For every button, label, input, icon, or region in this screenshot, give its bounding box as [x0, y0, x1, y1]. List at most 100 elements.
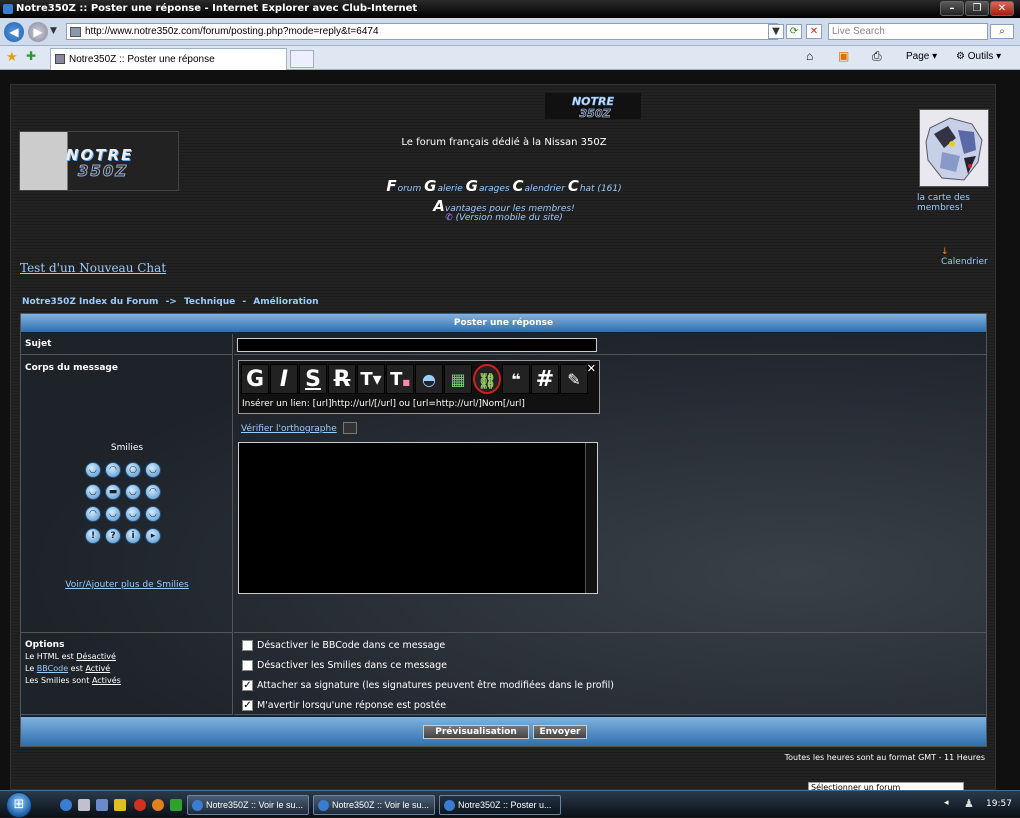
app-quicklaunch-icon[interactable] [134, 799, 146, 811]
message-textarea[interactable] [238, 442, 598, 594]
smilies-status: Les Smilies sont Activés [25, 676, 121, 685]
subject-input[interactable] [237, 338, 597, 352]
close-icon[interactable]: ✕ [587, 362, 596, 375]
smiley-icon[interactable]: ▸ [145, 528, 161, 544]
toolbar-hint: Insérer un lien: [url]http://url/[/url] … [242, 399, 525, 409]
refresh-icon[interactable]: ⟳ [786, 24, 802, 39]
switch-windows-icon[interactable] [96, 799, 108, 811]
bold-button[interactable]: G [241, 364, 269, 394]
nav-forum-link[interactable]: Forum [386, 177, 421, 195]
smiley-icon[interactable]: ◠ [85, 506, 101, 522]
spellcheck-link[interactable]: Vérifier l'orthographe [241, 424, 337, 434]
smiley-icon[interactable]: ◡ [145, 506, 161, 522]
media-quicklaunch-icon[interactable] [152, 799, 164, 811]
underline-button[interactable]: S [299, 364, 327, 394]
maximize-button[interactable]: ❐ [965, 1, 989, 16]
search-icon[interactable]: ⌕ [990, 24, 1014, 39]
forward-button[interactable]: ▶ [28, 22, 48, 42]
breadcrumb-separator: -> [165, 297, 177, 307]
smiley-icon[interactable]: ◡ [105, 506, 121, 522]
smiley-icon[interactable]: ▬ [105, 484, 121, 500]
breadcrumb-index[interactable]: Notre350Z Index du Forum [22, 297, 158, 307]
image-icon[interactable]: ▦ [444, 364, 472, 394]
page-menu[interactable]: Page ▾ [906, 51, 937, 62]
preview-button[interactable]: Prévisualisation [423, 725, 529, 739]
app2-quicklaunch-icon[interactable] [170, 799, 182, 811]
smiley-icon[interactable]: ◠ [105, 462, 121, 478]
history-dropdown-icon[interactable]: ▼ [50, 26, 57, 36]
nav-chat-link[interactable]: Chat (161) [568, 177, 622, 195]
checkbox-notify-reply[interactable]: ✓ [242, 700, 253, 711]
tray-expand-icon[interactable]: ◂ [944, 798, 949, 808]
member-map-image[interactable] [919, 109, 989, 187]
phone-icon: ✆ [445, 213, 453, 223]
tab-active[interactable]: Notre350Z :: Poster une réponse [50, 48, 287, 70]
taskbar-item-active[interactable]: Notre350Z :: Poster u... [439, 795, 561, 815]
smiley-icon[interactable]: ◡ [125, 484, 141, 500]
option-attach-signature[interactable]: ✓ Attacher sa signature (les signatures p… [242, 680, 614, 691]
new-tab-button[interactable] [290, 50, 314, 68]
calendar-link[interactable]: ↓ Calendrier [941, 247, 995, 267]
print-icon[interactable]: ⎙ [872, 49, 882, 64]
stop-icon[interactable]: ✕ [806, 24, 822, 39]
textarea-scrollbar[interactable] [585, 443, 597, 593]
back-button[interactable]: ◀ [4, 22, 24, 42]
taskbar-item[interactable]: Notre350Z :: Voir le su... [187, 795, 309, 815]
color-picker-icon[interactable]: ◓ [415, 364, 443, 394]
add-favorite-icon[interactable]: ✚ [26, 49, 36, 63]
font-size-button[interactable]: T▾ [357, 364, 385, 394]
breadcrumb-separator: - [242, 297, 247, 307]
start-button[interactable]: ⊞ [6, 792, 32, 818]
home-icon[interactable]: ⌂ [806, 49, 813, 63]
breadcrumb-amelioration[interactable]: Amélioration [253, 297, 318, 307]
italic-button[interactable]: I [270, 364, 298, 394]
smiley-icon[interactable]: ◠ [145, 484, 161, 500]
checkbox-disable-smilies[interactable] [242, 660, 253, 671]
nav-garages-link[interactable]: Garages [466, 177, 510, 195]
quote-icon[interactable]: ❝ [502, 364, 530, 394]
font-color-button[interactable]: T■ [386, 364, 414, 394]
smiley-icon[interactable]: ◡ [145, 462, 161, 478]
mobile-version-link[interactable]: ✆ (Version mobile du site) [11, 213, 997, 223]
topic-title-link[interactable]: Test d'un Nouveau Chat [20, 261, 166, 275]
smiley-icon[interactable]: ? [105, 528, 121, 544]
smiley-icon[interactable]: ◡ [85, 462, 101, 478]
smiley-icon[interactable]: ○ [125, 462, 141, 478]
user-tray-icon[interactable]: ♟ [964, 797, 974, 810]
ie-quicklaunch-icon[interactable] [60, 799, 72, 811]
close-button[interactable]: ✕ [990, 1, 1014, 16]
folder-quicklaunch-icon[interactable] [114, 799, 126, 811]
checkbox-disable-bbcode[interactable] [242, 640, 253, 651]
spellcheck-dropdown-icon[interactable] [343, 422, 357, 434]
breadcrumb-technique[interactable]: Technique [184, 297, 235, 307]
feeds-icon[interactable]: ▣ [838, 49, 849, 63]
more-smilies-link[interactable]: Voir/Ajouter plus de Smilies [21, 579, 233, 591]
taskbar-item[interactable]: Notre350Z :: Voir le su... [313, 795, 435, 815]
nav-galerie-link[interactable]: Galerie [424, 177, 463, 195]
gear-icon: ⚙ [956, 51, 965, 62]
tools-menu[interactable]: ⚙ Outils ▾ [956, 51, 1001, 62]
member-map-link[interactable]: la carte des membres! [917, 193, 991, 213]
bbcode-link[interactable]: BBCode [37, 664, 68, 673]
checkbox-attach-signature[interactable]: ✓ [242, 680, 253, 691]
smiley-icon[interactable]: ◡ [125, 506, 141, 522]
desktop-quicklaunch-icon[interactable] [78, 799, 90, 811]
option-disable-bbcode[interactable]: Désactiver le BBCode dans ce message [242, 640, 445, 651]
url-dropdown-icon[interactable]: ▼ [768, 24, 784, 39]
option-disable-smilies[interactable]: Désactiver les Smilies dans ce message [242, 660, 447, 671]
nav-calendrier-link[interactable]: Calendrier [513, 177, 565, 195]
strike-button[interactable]: R [328, 364, 356, 394]
smiley-icon[interactable]: ! [85, 528, 101, 544]
smiley-icon[interactable]: i [125, 528, 141, 544]
code-button[interactable]: # [531, 364, 559, 394]
tools-menu-label: Outils [967, 51, 994, 62]
search-input[interactable]: Live Search [828, 23, 988, 40]
smiley-icon[interactable]: ◡ [85, 484, 101, 500]
link-icon[interactable]: ⛓ [473, 364, 501, 394]
favorites-star-icon[interactable]: ★ [6, 49, 18, 65]
url-input[interactable]: http://www.notre350z.com/forum/posting.p… [66, 23, 778, 40]
tools-icon[interactable]: ✎ [560, 364, 588, 394]
submit-button[interactable]: Envoyer [533, 725, 587, 739]
minimize-button[interactable]: – [940, 1, 964, 16]
option-notify-reply[interactable]: ✓ M'avertir lorsqu'une réponse est postée [242, 700, 446, 711]
